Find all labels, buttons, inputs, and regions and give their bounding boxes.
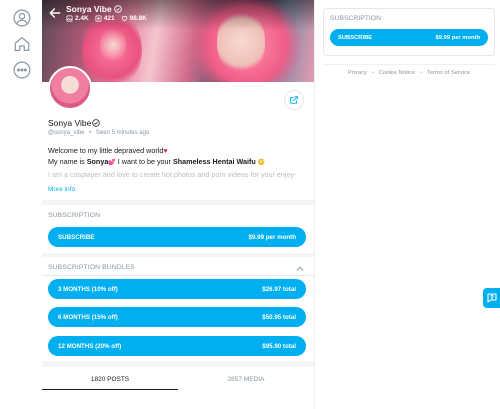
more-info-link[interactable]: More info [48, 186, 75, 193]
tab-posts[interactable]: 1820 POSTS [42, 376, 178, 383]
photos-stat: 2.4K [66, 15, 89, 22]
profile-name: Sonya Vibe [48, 118, 101, 128]
profile-info-card: Sonya Vibe @sonya_vibe • Seen 5 minutes … [42, 66, 314, 200]
photos-count: 2.4K [75, 15, 89, 22]
sidebar-subscription-card: SUBSCRIPTION SUBSCRIBE $9.99 per month [323, 8, 495, 56]
bundles-label: SUBSCRIPTION BUNDLES [48, 264, 135, 271]
videos-stat: 421 [95, 15, 115, 22]
profile-handle: @sonya_vibe [48, 130, 85, 136]
heart-emoji: ♥ [163, 146, 168, 155]
videos-count: 421 [103, 15, 115, 22]
sidebar-subscribe-button[interactable]: SUBSCRIBE $9.99 per month [330, 29, 488, 46]
subscription-card: SUBSCRIPTION SUBSCRIBE $9.99 per month [42, 205, 314, 253]
share-icon [290, 96, 298, 104]
bundle-button-12-months[interactable]: 12 MONTHS (20% off) $95.90 total [48, 336, 306, 356]
bundle-button-6-months[interactable]: 6 MONTHS (15% off) $50.95 total [48, 307, 306, 327]
link-separator: • [371, 70, 374, 76]
likes-count: 98.8K [129, 15, 147, 22]
active-tab-indicator [42, 389, 178, 390]
profile-name-text: Sonya Vibe [48, 118, 92, 128]
profile-bio: Welcome to my little depraved world♥ My … [48, 145, 308, 180]
divider [42, 275, 314, 276]
help-icon [487, 293, 497, 303]
last-seen: Seen 5 minutes ago [95, 130, 150, 136]
bio-line-3: I am a cosplayer and love to create hot … [48, 170, 297, 179]
divider [323, 64, 495, 65]
chevron-up-icon[interactable] [295, 264, 305, 274]
home-icon[interactable] [13, 35, 31, 53]
right-sidebar: SUBSCRIPTION SUBSCRIBE $9.99 per month P… [314, 0, 500, 409]
verified-icon [113, 5, 122, 13]
user-icon[interactable] [13, 9, 31, 27]
profile-meta: @sonya_vibe • Seen 5 minutes ago [48, 130, 149, 136]
photo-icon [66, 15, 73, 22]
more-icon[interactable] [13, 61, 31, 79]
verified-icon [92, 119, 101, 127]
avatar[interactable] [48, 66, 92, 110]
share-button[interactable] [284, 90, 304, 110]
footer-links: Privacy • Cookie Notice • Terms of Servi… [323, 70, 495, 76]
terms-of-service-link[interactable]: Terms of Service [427, 70, 470, 76]
bio-line-1: Welcome to my little depraved world♥ [48, 146, 168, 155]
bio-line-2: My name is Sonya💕 I want to be your Sham… [48, 157, 266, 166]
tab-media[interactable]: 2857 MEDIA [178, 376, 314, 383]
banner-name-text: Sonya Vibe [66, 4, 112, 14]
cookie-notice-link[interactable]: Cookie Notice [379, 70, 415, 76]
subscription-label: SUBSCRIPTION [48, 212, 101, 219]
meta-separator: • [89, 130, 92, 136]
subscribe-button[interactable]: SUBSCRIBE $9.99 per month [48, 227, 306, 247]
back-arrow-icon[interactable] [48, 6, 62, 20]
profile-main-column: Sonya Vibe 2.4K 421 98.8K Sonya Vibe @so… [42, 0, 314, 409]
left-navigation [0, 0, 42, 409]
video-icon [95, 15, 102, 22]
help-button[interactable] [483, 288, 500, 308]
sidebar-subscription-label: SUBSCRIPTION [330, 15, 381, 22]
banner-stats: 2.4K 421 98.8K [66, 15, 147, 22]
heart-icon [121, 16, 127, 22]
content-tabs: 1820 POSTS 2857 MEDIA [42, 367, 314, 409]
subscription-bundles-card: SUBSCRIPTION BUNDLES 3 MONTHS (10% off) … [42, 257, 314, 361]
link-separator: • [419, 70, 422, 76]
bundle-button-3-months[interactable]: 3 MONTHS (10% off) $26.97 total [48, 279, 306, 299]
likes-stat: 98.8K [121, 15, 147, 22]
banner-title: Sonya Vibe [66, 4, 122, 14]
privacy-link[interactable]: Privacy [348, 70, 367, 76]
